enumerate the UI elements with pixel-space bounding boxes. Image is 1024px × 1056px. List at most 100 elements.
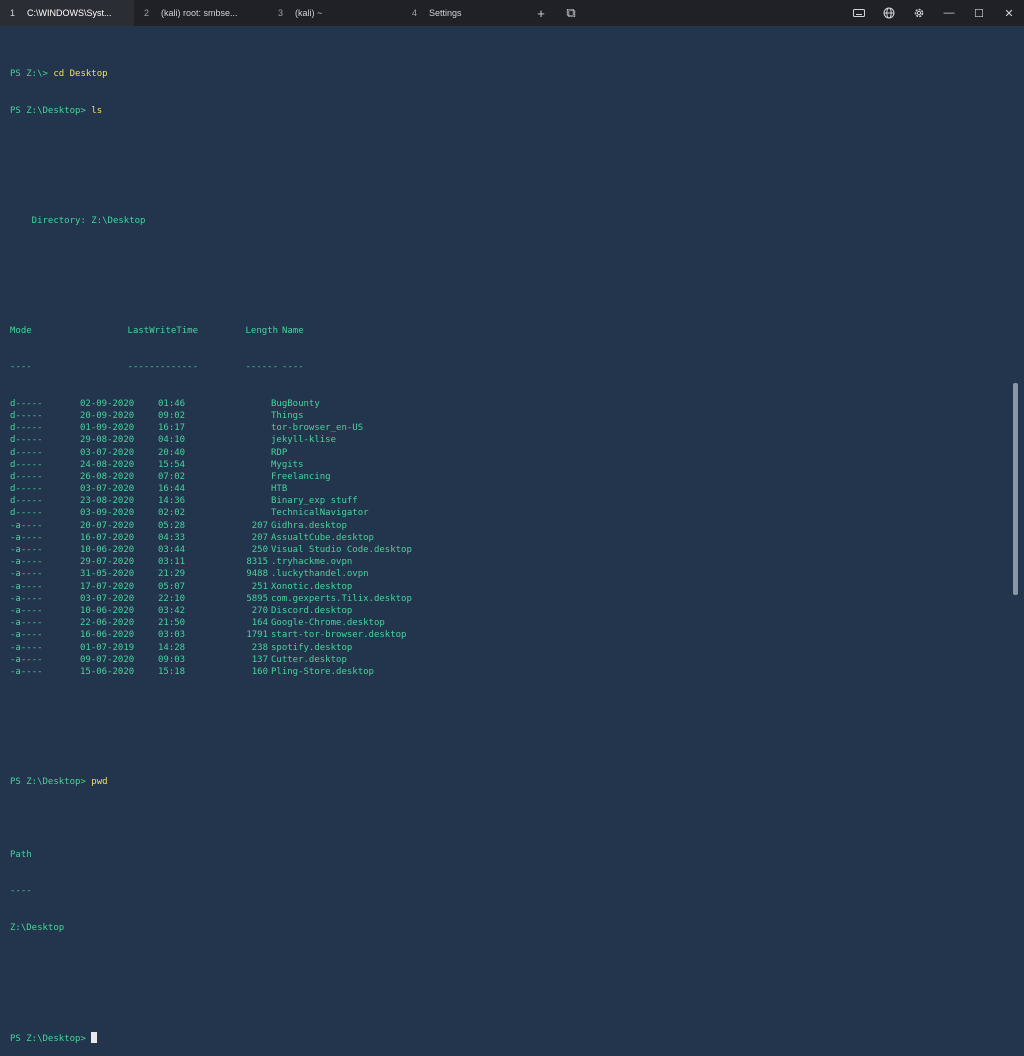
- command: ls: [91, 106, 103, 116]
- entry-length: 5895: [246, 593, 268, 604]
- entry-length: [198, 483, 271, 495]
- command-line: PS Z:\> cd Desktop: [10, 68, 1000, 80]
- tab-switcher-button[interactable]: ⧉: [556, 0, 586, 26]
- tab-number: 4: [412, 8, 418, 18]
- tab-1[interactable]: 1 C:\WINDOWS\Syst...: [0, 0, 134, 26]
- terminal-output[interactable]: PS Z:\> cd Desktop PS Z:\Desktop> ls Dir…: [10, 44, 1000, 1043]
- command-line: PS Z:\Desktop>: [10, 1031, 1000, 1044]
- globe-button[interactable]: [874, 0, 904, 26]
- entry-mode: -a----: [10, 605, 43, 616]
- minimize-button[interactable]: —: [934, 0, 964, 26]
- entry-time: 16:44: [158, 484, 186, 495]
- keyboard-icon: [853, 9, 865, 17]
- entry-mode: -a----: [10, 581, 43, 592]
- entry-time: 01:46: [158, 398, 186, 409]
- entry-mode: d-----: [10, 435, 43, 446]
- list-item: -a---- 16-06-2020 03:03 1791 start-tor-brows…: [10, 629, 1000, 641]
- entry-date: 01-07-2019: [80, 642, 135, 653]
- entry-date: 01-09-2020: [80, 423, 135, 434]
- tab-3[interactable]: 3 (kali) ~: [268, 0, 402, 26]
- entry-name: Google-Chrome.desktop: [271, 618, 385, 629]
- tab-number: 3: [278, 8, 284, 18]
- entry-time: 09:03: [158, 654, 186, 665]
- keyboard-button[interactable]: [844, 0, 874, 26]
- entry-time: 05:07: [158, 581, 186, 592]
- entry-length: 160: [251, 666, 268, 677]
- entry-mode: d-----: [10, 496, 43, 507]
- tabs-icon: ⧉: [566, 5, 576, 20]
- maximize-button[interactable]: ☐: [964, 0, 994, 26]
- list-item: -a---- 10-06-2020 03:42 270 Discord.desktop: [10, 605, 1000, 617]
- header-length: Length: [245, 325, 278, 336]
- entry-length: 164: [251, 618, 268, 629]
- prompt: PS Z:\Desktop>: [10, 106, 92, 116]
- entry-name: RDP: [271, 447, 288, 458]
- tab-4[interactable]: 4 Settings: [402, 0, 526, 26]
- entry-length: 8315: [246, 557, 268, 568]
- entry-date: 29-07-2020: [80, 557, 135, 568]
- entry-date: 10-06-2020: [80, 545, 135, 555]
- entry-date: 16-07-2020: [80, 532, 135, 543]
- underline-lastwrite: -------------: [127, 362, 198, 373]
- entry-length: [198, 410, 271, 422]
- prompt: PS Z:\>: [10, 69, 54, 80]
- entry-date: 20-09-2020: [80, 410, 135, 421]
- entry-name: BugBounty: [271, 398, 320, 409]
- entry-time: 14:36: [158, 496, 186, 507]
- entry-name: start-tor-browser.desktop: [271, 630, 407, 641]
- entry-mode: d-----: [10, 471, 43, 482]
- entry-length: [198, 422, 271, 434]
- list-item: d----- 03-09-2020 02:02 TechnicalNavigator: [10, 507, 1000, 519]
- list-item: -a---- 03-07-2020 22:10 5895 com.gexperts.Ti…: [10, 593, 1000, 605]
- entry-date: 31-05-2020: [80, 569, 135, 580]
- list-item: -a---- 10-06-2020 03:44 250 Visual Studio Co…: [10, 544, 1000, 556]
- entry-time: 03:44: [158, 545, 186, 555]
- list-item: -a---- 09-07-2020 09:03 137 Cutter.desktop: [10, 654, 1000, 666]
- globe-icon: [883, 7, 895, 19]
- text-cursor: [91, 1031, 98, 1043]
- entry-name: TechnicalNavigator: [271, 508, 369, 519]
- scrollbar[interactable]: [1012, 30, 1018, 595]
- entry-name: .luckythandel.ovpn: [271, 569, 369, 580]
- list-item: d----- 23-08-2020 14:36 Binary_exp stuff: [10, 495, 1000, 507]
- command-line: PS Z:\Desktop> pwd: [10, 776, 1000, 788]
- entry-mode: -a----: [10, 618, 43, 629]
- entry-time: 05:28: [158, 520, 186, 531]
- entry-time: 03:03: [158, 630, 186, 641]
- entry-name: jekyll-klise: [271, 435, 337, 446]
- entry-name: HTB: [271, 484, 288, 495]
- entry-date: 03-07-2020: [80, 447, 135, 458]
- entry-time: 15:18: [158, 666, 186, 677]
- entry-date: 26-08-2020: [80, 471, 135, 482]
- entry-mode: -a----: [10, 654, 43, 665]
- entry-time: 04:33: [158, 532, 186, 543]
- entry-name: tor-browser_en-US: [271, 423, 364, 434]
- entry-time: 09:02: [158, 410, 186, 421]
- entry-mode: -a----: [10, 545, 43, 555]
- scrollbar-thumb[interactable]: [1013, 383, 1018, 595]
- list-item: d----- 20-09-2020 09:02 Things: [10, 410, 1000, 422]
- entry-mode: -a----: [10, 642, 43, 653]
- entry-name: Things: [271, 410, 304, 421]
- entry-date: 22-06-2020: [80, 618, 135, 629]
- path-value: Z:\Desktop: [10, 923, 65, 934]
- entry-time: 21:50: [158, 618, 186, 629]
- entry-name: AssualtCube.desktop: [271, 532, 374, 543]
- entry-length: [198, 459, 271, 471]
- tab-2[interactable]: 2 (kali) root: smbse...: [134, 0, 268, 26]
- settings-button[interactable]: [904, 0, 934, 26]
- entry-name: Discord.desktop: [271, 605, 353, 616]
- entry-name: Freelancing: [271, 471, 331, 482]
- entry-name: Pling-Store.desktop: [271, 666, 374, 677]
- minimize-icon: —: [943, 7, 955, 19]
- new-tab-button[interactable]: +: [526, 0, 556, 26]
- close-button[interactable]: ✕: [994, 0, 1024, 26]
- list-item: -a---- 31-05-2020 21:29 9488 .luckythandel.o…: [10, 568, 1000, 580]
- command: cd Desktop: [53, 69, 108, 80]
- prompt: PS Z:\Desktop>: [10, 776, 92, 787]
- maximize-icon: ☐: [974, 7, 984, 20]
